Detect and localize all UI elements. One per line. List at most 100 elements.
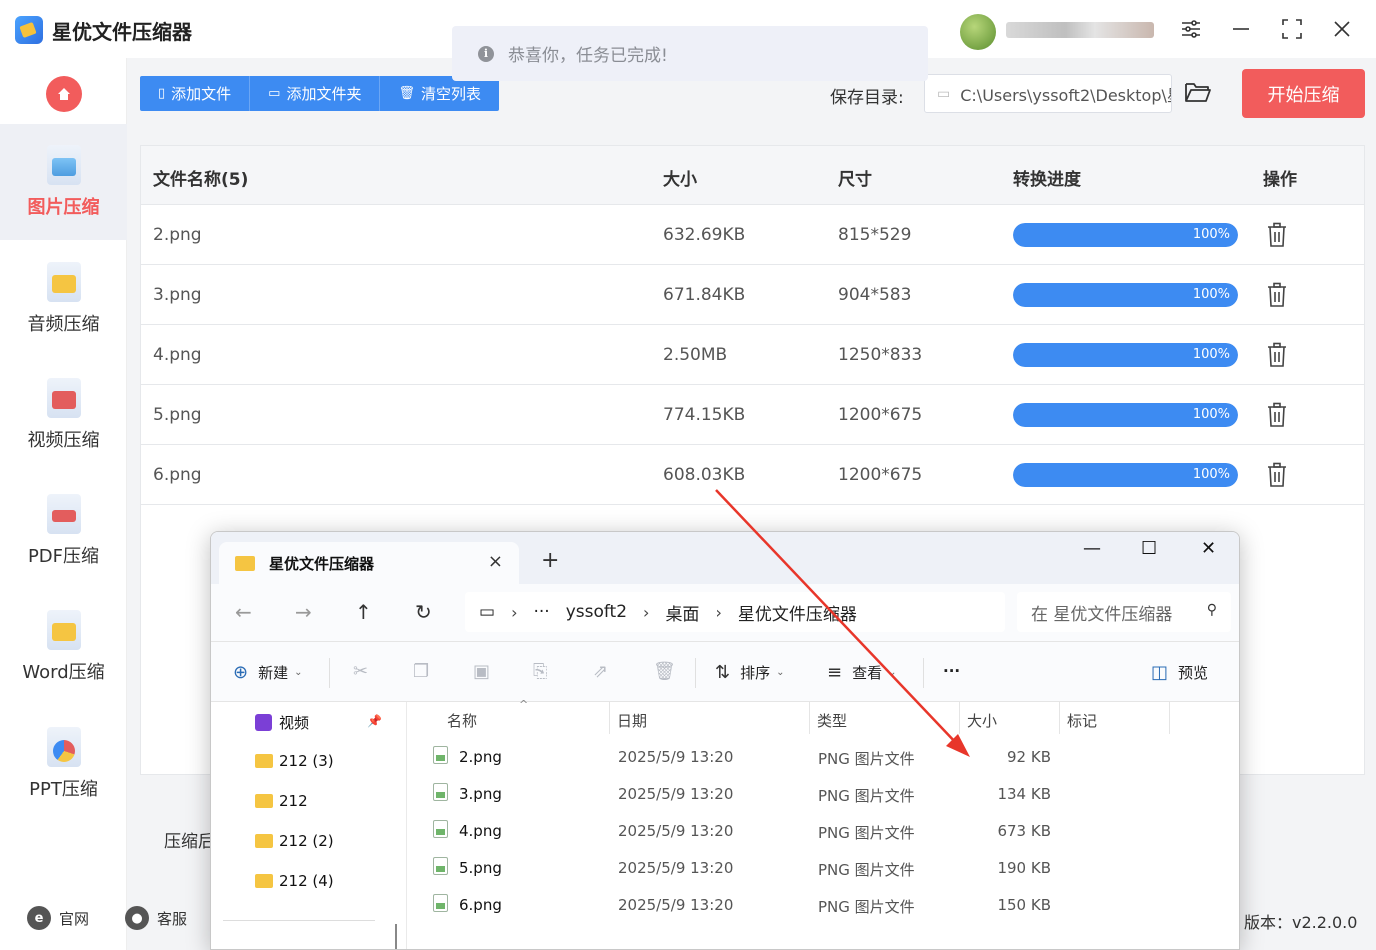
explorer-maximize-icon[interactable]: ☐: [1141, 538, 1157, 559]
nav-item-folder[interactable]: 212 (2): [255, 832, 334, 850]
explorer-file-list: 名称 ^ 日期 类型 大小 标记 2.png 2025/5/9 13:20 PNG …: [407, 698, 1239, 949]
col-size: 大小: [663, 170, 697, 190]
delete-icon[interactable]: 🗑: [653, 661, 676, 682]
explorer-close-icon[interactable]: ✕: [1201, 538, 1216, 559]
add-file-button[interactable]: ▯ 添加文件: [140, 76, 251, 111]
settings-icon[interactable]: [1176, 14, 1206, 44]
col-header-name[interactable]: 名称: [447, 710, 477, 731]
png-file-icon: [433, 783, 448, 801]
file-type: PNG 图片文件: [818, 898, 915, 916]
address-bar[interactable]: ▭ › ··· yssoft2 › 桌面 › 星优文件压缩器: [465, 592, 1005, 632]
sidebar-item-word[interactable]: Word压缩: [0, 589, 127, 705]
tab-close-icon[interactable]: ×: [488, 551, 503, 572]
open-folder-icon[interactable]: [1184, 80, 1212, 106]
refresh-icon[interactable]: ↻: [415, 600, 432, 624]
explorer-search-input[interactable]: 在 星优文件压缩器 ⚲: [1017, 592, 1231, 632]
file-name: 2.png: [153, 225, 202, 245]
version-label: 版本：v2.2.0.0: [1244, 913, 1358, 932]
sidebar-item-pdf[interactable]: PDF压缩: [0, 473, 127, 589]
file-list-row[interactable]: 4.png 2025/5/9 13:20 PNG 图片文件 673 KB: [407, 813, 1239, 850]
cut-icon[interactable]: ✂: [353, 661, 368, 682]
explorer-tab[interactable]: 星优文件压缩器 ×: [219, 542, 519, 584]
view-button[interactable]: ≡ 查看 ⌄: [827, 662, 897, 683]
add-folder-button[interactable]: ▭ 添加文件夹: [250, 76, 381, 111]
website-label: 官网: [59, 909, 90, 928]
clear-list-button[interactable]: 🗑 清空列表: [380, 76, 499, 111]
sidebar-item-video[interactable]: 视频压缩: [0, 357, 127, 473]
add-folder-label: 添加文件夹: [286, 85, 362, 103]
file-dimensions: 815*529: [838, 225, 912, 245]
sidebar-item-label: PDF压缩: [27, 546, 100, 567]
sidebar-item-label: 图片压缩: [27, 197, 100, 218]
divider: [1169, 702, 1170, 734]
file-toolbar: ▯ 添加文件 ▭ 添加文件夹 🗑 清空列表: [140, 76, 500, 111]
col-header-tag[interactable]: 标记: [1067, 710, 1097, 731]
file-date: 2025/5/9 13:20: [618, 785, 734, 803]
sidebar-item-label: Word压缩: [22, 662, 105, 683]
nav-item-folder[interactable]: 212 (4): [255, 872, 334, 890]
delete-row-icon[interactable]: [1266, 462, 1288, 488]
delete-row-icon[interactable]: [1266, 222, 1288, 248]
sidebar-item-image[interactable]: 图片压缩: [0, 124, 127, 240]
file-size: 190 KB: [997, 859, 1051, 877]
sidebar-item-ppt[interactable]: PPT压缩: [0, 706, 127, 822]
scrollbar[interactable]: [395, 924, 397, 949]
file-size: 134 KB: [997, 785, 1051, 803]
user-avatar[interactable]: [960, 14, 996, 50]
delete-row-icon[interactable]: [1266, 402, 1288, 428]
new-tab-icon[interactable]: +: [541, 548, 559, 573]
table-row: 4.png 2.50MB 1250*833 100%: [141, 325, 1364, 385]
save-dir-input[interactable]: ▭ C:\Users\yssoft2\Desktop\星: [924, 74, 1172, 113]
close-icon[interactable]: [1327, 14, 1357, 44]
breadcrumb-item[interactable]: 桌面: [665, 600, 699, 625]
explorer-nav-bar: ← → ↑ ↻ ▭ › ··· yssoft2 › 桌面 › 星优文件压缩器 在…: [211, 584, 1239, 642]
more-button[interactable]: ···: [943, 662, 960, 680]
breadcrumb-item[interactable]: yssoft2: [566, 602, 627, 622]
tab-title: 星优文件压缩器: [269, 554, 375, 573]
service-link[interactable]: ● 客服: [125, 906, 187, 930]
image-icon: [46, 145, 81, 185]
folder-icon: [235, 555, 255, 571]
breadcrumb-more[interactable]: ···: [533, 602, 549, 622]
explorer-nav-pane: 视频 📌 212 (3) 212 212 (2) 212 (4): [211, 702, 407, 949]
preview-button[interactable]: ◫ 预览: [1151, 662, 1208, 683]
home-button[interactable]: [46, 76, 82, 112]
user-name[interactable]: yssoft2: [1006, 22, 1154, 38]
maximize-icon[interactable]: [1277, 14, 1307, 44]
chevron-down-icon: ⌄: [776, 667, 785, 678]
progress-bar: 100%: [1013, 223, 1238, 247]
chevron-right-icon: ›: [715, 602, 722, 622]
file-list-row[interactable]: 5.png 2025/5/9 13:20 PNG 图片文件 190 KB: [407, 850, 1239, 887]
file-list-row[interactable]: 6.png 2025/5/9 13:20 PNG 图片文件 150 KB: [407, 887, 1239, 924]
share-icon[interactable]: ⇗: [593, 661, 608, 682]
app-logo-icon: [15, 16, 43, 44]
nav-item-folder[interactable]: 212: [255, 792, 308, 810]
file-list-row[interactable]: 3.png 2025/5/9 13:20 PNG 图片文件 134 KB: [407, 776, 1239, 813]
sidebar-item-label: 视频压缩: [27, 430, 100, 451]
col-header-type[interactable]: 类型: [817, 710, 847, 731]
col-header-size[interactable]: 大小: [967, 710, 997, 731]
sidebar-item-audio[interactable]: 音频压缩: [0, 241, 127, 357]
paste-icon[interactable]: ▣: [473, 661, 490, 682]
nav-item-folder[interactable]: 212 (3): [255, 752, 334, 770]
start-compress-button[interactable]: 开始压缩: [1242, 69, 1365, 118]
copy-icon[interactable]: ❐: [413, 661, 429, 682]
delete-row-icon[interactable]: [1266, 282, 1288, 308]
rename-icon[interactable]: ⎘: [533, 661, 547, 682]
new-button[interactable]: ⊕ 新建 ⌄: [233, 662, 303, 683]
file-list-row[interactable]: 2.png 2025/5/9 13:20 PNG 图片文件 92 KB: [407, 739, 1239, 776]
progress-text: 100%: [1192, 467, 1230, 482]
pin-icon[interactable]: 📌: [367, 714, 382, 728]
file-size: 92 KB: [1007, 748, 1051, 766]
breadcrumb-item[interactable]: 星优文件压缩器: [738, 600, 857, 625]
explorer-minimize-icon[interactable]: —: [1083, 538, 1101, 559]
minimize-icon[interactable]: [1226, 14, 1256, 44]
col-header-date[interactable]: 日期: [617, 710, 647, 731]
up-icon[interactable]: ↑: [355, 600, 372, 624]
forward-icon[interactable]: →: [295, 600, 312, 624]
website-link[interactable]: e 官网: [27, 906, 89, 930]
nav-item-videos[interactable]: 视频: [255, 712, 309, 733]
delete-row-icon[interactable]: [1266, 342, 1288, 368]
sort-button[interactable]: ⇅ 排序 ⌄: [715, 662, 785, 683]
back-icon[interactable]: ←: [235, 600, 252, 624]
